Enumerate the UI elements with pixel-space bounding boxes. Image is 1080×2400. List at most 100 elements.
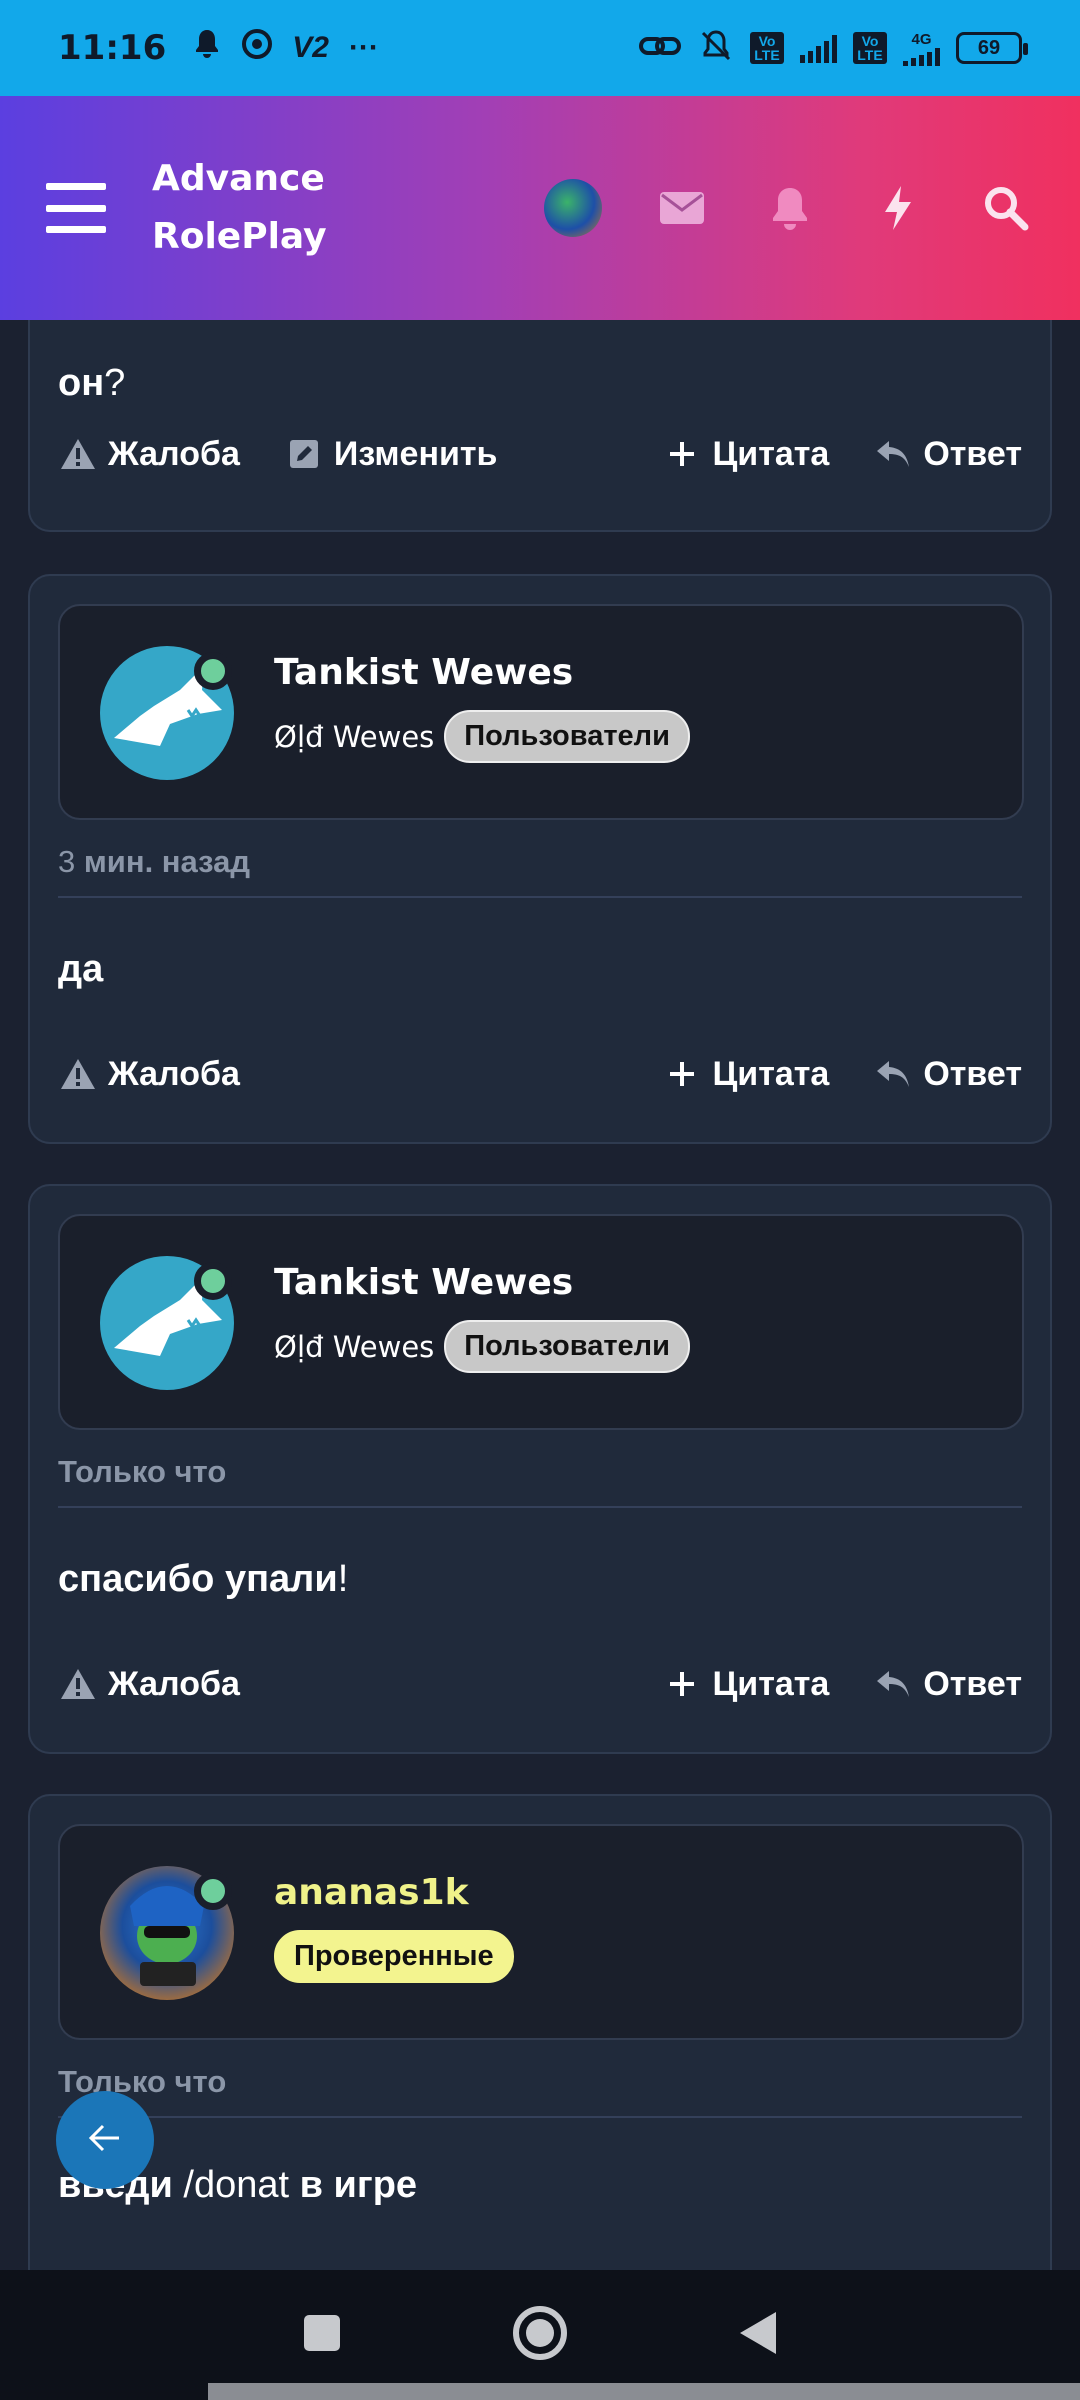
volte-icon-2: Vo LTE (853, 32, 887, 64)
report-button[interactable]: Жалоба (58, 434, 240, 474)
post-text-part3: в игре (299, 2164, 418, 2206)
square-icon (304, 2314, 340, 2351)
user-card: Tankist Wewes Øḷđ Wewes Пользователи (58, 1214, 1024, 1430)
edit-label: Изменить (333, 434, 498, 473)
post: Tankist Wewes Øḷđ Wewes Пользователи Тол… (28, 1184, 1052, 1754)
post-actions: Жалоба Цитата Ответ (58, 1664, 1022, 1704)
quote-button[interactable]: Цитата (662, 1054, 829, 1094)
user-subtitle-row: Проверенные (274, 1930, 514, 1983)
more-notifications-icon: ··· (348, 31, 379, 64)
quote-button[interactable]: Цитата (662, 434, 829, 474)
post: ananas1k Проверенные Только что введи /d… (28, 1794, 1052, 2270)
post-time[interactable]: Только что (58, 1454, 226, 1490)
reply-icon (873, 434, 913, 474)
plus-icon (662, 434, 702, 474)
edit-button[interactable]: Изменить (284, 434, 498, 474)
signal-icon-1 (800, 33, 837, 63)
post-time-number: 3 (58, 844, 76, 879)
post-actions: Жалоба Изменить Цитата Ответ (58, 434, 1022, 474)
post: Tankist Wewes Øḷđ Wewes Пользователи 3 м… (28, 574, 1052, 1144)
network-type: 4G (903, 31, 940, 66)
signal-icon-2 (903, 47, 940, 66)
quote-label: Цитата (712, 434, 830, 473)
warning-icon (58, 434, 98, 474)
status-time: 11:16 (58, 28, 167, 68)
triangle-back-icon (740, 2311, 776, 2354)
battery-icon: 69 (956, 32, 1028, 64)
divider (58, 2116, 1022, 2118)
v2-tag: V2 (292, 31, 329, 64)
report-label: Жалоба (108, 1664, 240, 1703)
header-actions (544, 179, 1034, 237)
home-button[interactable] (512, 2305, 568, 2366)
status-system-icons: Vo LTE Vo LTE 4G 69 (638, 28, 1028, 69)
group-badge: Пользователи (444, 1320, 690, 1373)
chrome-icon (242, 29, 273, 67)
reply-button[interactable]: Ответ (873, 1664, 1022, 1704)
post-text-thin: ? (104, 362, 126, 404)
back-button[interactable] (738, 2310, 778, 2361)
post-body: спасибо упали! (58, 1558, 348, 1601)
system-nav-bar (0, 2270, 1080, 2400)
post-body: он? (58, 362, 125, 405)
report-label: Жалоба (108, 434, 240, 473)
post-body: да (58, 948, 103, 991)
back-to-top-button[interactable] (56, 2091, 154, 2189)
bell-icon[interactable] (762, 180, 818, 236)
quote-label: Цитата (712, 1054, 830, 1093)
report-button[interactable]: Жалоба (58, 1054, 240, 1094)
recents-button[interactable] (302, 2313, 342, 2358)
post-text-bold: спасибо упали (58, 1558, 338, 1600)
user-title: Øḷđ Wewes (274, 1329, 435, 1364)
status-bar: 11:16 V2 ··· Vo LTE Vo LTE 4G 69 (0, 0, 1080, 96)
arrow-left-icon (87, 2123, 123, 2158)
report-button[interactable]: Жалоба (58, 1664, 240, 1704)
online-indicator (194, 1262, 232, 1300)
post-actions: Жалоба Цитата Ответ (58, 1054, 1022, 1094)
post-text-part2: /donat (172, 2164, 300, 2206)
brand-line-1: Advance (152, 158, 325, 199)
online-indicator (194, 652, 232, 690)
edit-icon (284, 434, 324, 474)
gesture-bar (208, 2383, 1080, 2400)
quote-button[interactable]: Цитата (662, 1664, 829, 1704)
warning-icon (58, 1664, 98, 1704)
status-notifications: V2 ··· (192, 28, 379, 68)
notification-bell-icon (192, 28, 222, 68)
group-badge: Проверенные (274, 1930, 514, 1983)
username[interactable]: ananas1k (274, 1872, 469, 1913)
link-icon (638, 31, 682, 66)
divider (58, 896, 1022, 898)
reply-button[interactable]: Ответ (873, 1054, 1022, 1094)
quote-label: Цитата (712, 1664, 830, 1703)
post-time[interactable]: Только что (58, 2064, 226, 2100)
username[interactable]: Tankist Wewes (274, 1262, 573, 1303)
battery-level: 69 (977, 36, 1001, 59)
plus-icon (662, 1664, 702, 1704)
plus-icon (662, 1054, 702, 1094)
menu-icon[interactable] (46, 183, 106, 233)
reply-icon (873, 1664, 913, 1704)
post-time[interactable]: 3 мин. назад (58, 844, 250, 880)
mute-bell-icon (698, 28, 734, 69)
mail-icon[interactable] (654, 180, 710, 236)
site-logo[interactable]: Advance RolePlay (152, 150, 327, 266)
post-text-bold: он (58, 362, 105, 404)
network-label: 4G (911, 30, 932, 48)
reply-label: Ответ (923, 1664, 1022, 1703)
bolt-icon[interactable] (870, 180, 926, 236)
username[interactable]: Tankist Wewes (274, 652, 573, 693)
reply-icon (873, 1054, 913, 1094)
brand-line-2: RolePlay (152, 216, 327, 257)
thread-content: он? Жалоба Изменить Цитата Ответ Tankist… (0, 320, 1080, 2270)
user-title: Øḷđ Wewes (274, 719, 435, 754)
group-badge: Пользователи (444, 710, 690, 763)
search-icon[interactable] (978, 180, 1034, 236)
post-time-label: мин. назад (75, 844, 251, 879)
post-text-thin: ! (337, 1558, 349, 1600)
reply-button[interactable]: Ответ (873, 434, 1022, 474)
post-partial: он? Жалоба Изменить Цитата Ответ (28, 320, 1052, 532)
user-avatar[interactable] (544, 179, 602, 237)
app-header: Advance RolePlay (0, 96, 1080, 320)
divider (58, 1506, 1022, 1508)
